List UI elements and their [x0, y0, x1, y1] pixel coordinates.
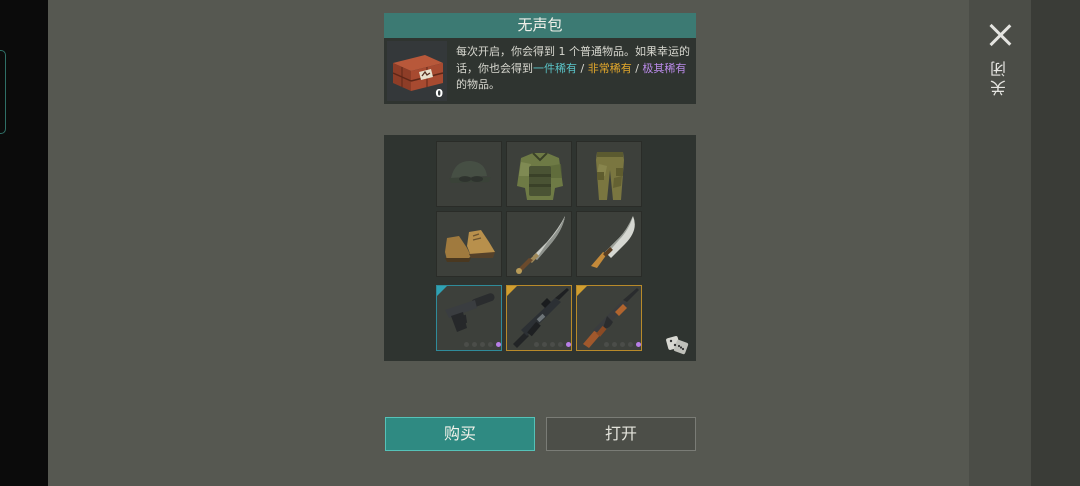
item-slot-camo-vest[interactable]: [506, 141, 572, 207]
rarity-uncommon: 一件稀有: [533, 61, 577, 75]
dice-icon[interactable]: [665, 331, 689, 355]
crate-info-card: 无声包 0 每次开启，你会得到 1 个普通物品。如果幸运的话，你也会得到一件稀有…: [384, 13, 696, 104]
machete-icon: [591, 216, 635, 268]
crate-description: 每次开启，你会得到 1 个普通物品。如果幸运的话，你也会得到一件稀有 / 非常稀…: [456, 44, 692, 94]
loot-panel: [384, 135, 696, 361]
item-slot-silenced-pistol[interactable]: [436, 285, 502, 351]
buy-button[interactable]: 购买: [385, 417, 535, 451]
upgrade-dots: [464, 342, 501, 347]
item-slot-sabre[interactable]: [506, 211, 572, 277]
upgrade-dots: [534, 342, 571, 347]
item-slot-kalashnikov[interactable]: [576, 285, 642, 351]
crate-count: 0: [435, 87, 443, 100]
right-edge: [1031, 0, 1080, 486]
description-suffix: 的物品。: [456, 78, 500, 91]
item-slot-camo-pants[interactable]: [576, 141, 642, 207]
item-slot-assault-rifle[interactable]: [506, 285, 572, 351]
crate-icon: 0: [387, 41, 447, 101]
rarity-epic: 极其稀有: [642, 61, 687, 75]
item-slot-boots[interactable]: [436, 211, 502, 277]
pants-icon: [596, 152, 624, 200]
close-label[interactable]: 关闭: [987, 58, 1013, 96]
upgrade-dots: [604, 342, 641, 347]
open-button[interactable]: 打开: [546, 417, 696, 451]
boots-icon: [445, 230, 495, 262]
close-icon[interactable]: [987, 22, 1013, 48]
item-slot-cap[interactable]: [436, 141, 502, 207]
item-slot-machete[interactable]: [576, 211, 642, 277]
left-edge: [0, 0, 48, 486]
rarity-separator: /: [631, 61, 643, 75]
rarity-separator: /: [577, 61, 588, 75]
sabre-icon: [516, 216, 565, 274]
crate-title: 无声包: [384, 13, 696, 38]
left-edge-tab[interactable]: [0, 50, 6, 134]
vest-icon: [517, 152, 563, 200]
cap-icon: [449, 160, 491, 183]
rarity-rare: 非常稀有: [587, 61, 632, 75]
